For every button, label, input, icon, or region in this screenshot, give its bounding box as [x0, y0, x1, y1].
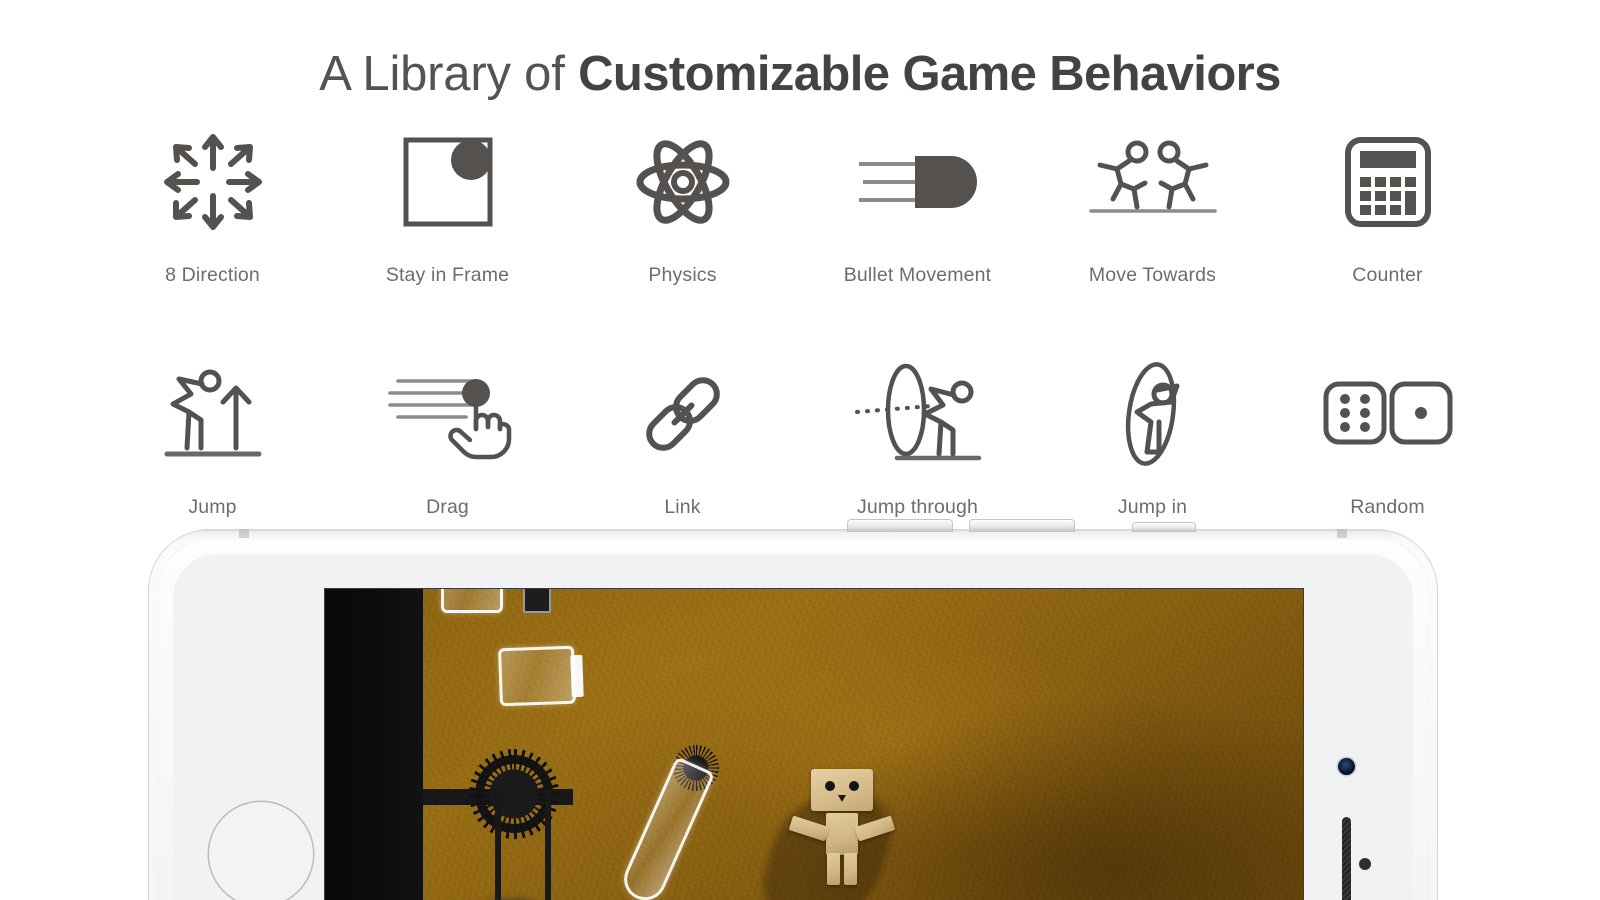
figure-inside-hoop-icon [1078, 358, 1228, 470]
behavior-item-drag[interactable]: Drag [330, 358, 565, 533]
glass-jar [498, 645, 576, 707]
robot-mouth [838, 795, 846, 802]
two-dice-icon [1313, 358, 1463, 470]
behavior-label: Counter [1352, 264, 1423, 286]
volume-up-button[interactable] [848, 520, 952, 531]
behavior-item-8-direction[interactable]: 8 Direction [95, 126, 330, 301]
bullet-with-speed-lines-icon [843, 126, 993, 238]
behavior-item-physics[interactable]: Physics [565, 126, 800, 301]
front-camera-icon [1338, 758, 1355, 775]
glass-jar [441, 589, 503, 613]
behavior-item-jump[interactable]: Jump [95, 358, 330, 533]
figure-jumping-through-hoop-icon [843, 358, 993, 470]
robot-eye-right [849, 781, 859, 791]
page-title: A Library of Customizable Game Behaviors [0, 44, 1600, 104]
behavior-label: Jump [188, 496, 237, 518]
behavior-label: Jump in [1117, 496, 1188, 518]
behavior-label: Physics [648, 264, 717, 286]
gear-post-left [495, 789, 501, 900]
robot-leg-left [827, 853, 840, 885]
behavior-item-bullet-movement[interactable]: Bullet Movement [800, 126, 1035, 301]
earpiece-speaker-icon [1342, 817, 1351, 900]
letterbox-left [325, 589, 423, 900]
phone-bezel [157, 538, 1429, 900]
behavior-item-stay-in-frame[interactable]: Stay in Frame [330, 126, 565, 301]
game-preview[interactable] [325, 589, 1303, 900]
behavior-item-counter[interactable]: Counter [1270, 126, 1505, 301]
robot-leg-right [844, 853, 857, 885]
silent-switch[interactable] [1133, 523, 1195, 531]
behavior-label: Drag [426, 496, 469, 518]
atom-icon [608, 126, 758, 238]
cardboard-robot [811, 769, 873, 811]
behavior-item-link[interactable]: Link [565, 358, 800, 533]
page-title-lead: A Library of [319, 47, 579, 101]
page-title-emphasis: Customizable Game Behaviors [578, 47, 1281, 101]
eight-direction-arrows-icon [138, 126, 288, 238]
behavior-label: Bullet Movement [843, 264, 992, 286]
two-running-figures-icon [1078, 126, 1228, 238]
behavior-item-random[interactable]: Random [1270, 358, 1505, 533]
landing-page: A Library of Customizable Game Behaviors… [0, 0, 1600, 900]
phone-face [173, 554, 1413, 900]
robot-torso [826, 813, 858, 855]
robot-eye-left [825, 781, 835, 791]
behavior-grid: 8 Direction Stay in Frame Physics Bullet… [95, 126, 1505, 533]
behavior-item-jump-through[interactable]: Jump through [800, 358, 1035, 533]
chain-link-icon [608, 358, 758, 470]
volume-down-button[interactable] [970, 520, 1074, 531]
phone-body [148, 520, 1438, 900]
game-background [423, 589, 1303, 900]
behavior-label: 8 Direction [165, 264, 260, 286]
behavior-label: Move Towards [1088, 264, 1217, 286]
gear-post-right [545, 789, 551, 900]
behavior-item-jump-in[interactable]: Jump in [1035, 358, 1270, 533]
behavior-label: Link [664, 496, 701, 518]
behavior-label: Random [1350, 496, 1425, 518]
jar-lid [570, 654, 584, 698]
black-cap [523, 589, 551, 613]
calculator-icon [1313, 126, 1463, 238]
figure-with-up-arrow-icon [138, 358, 288, 470]
proximity-sensor-icon [1359, 858, 1371, 870]
behavior-label: Jump through [856, 496, 979, 518]
behavior-item-move-towards[interactable]: Move Towards [1035, 126, 1270, 301]
hand-dragging-dot-icon [373, 358, 523, 470]
behavior-label: Stay in Frame [385, 264, 510, 286]
home-button[interactable] [209, 802, 313, 900]
iphone-mockup [148, 520, 1438, 900]
square-with-ball-icon [373, 126, 523, 238]
